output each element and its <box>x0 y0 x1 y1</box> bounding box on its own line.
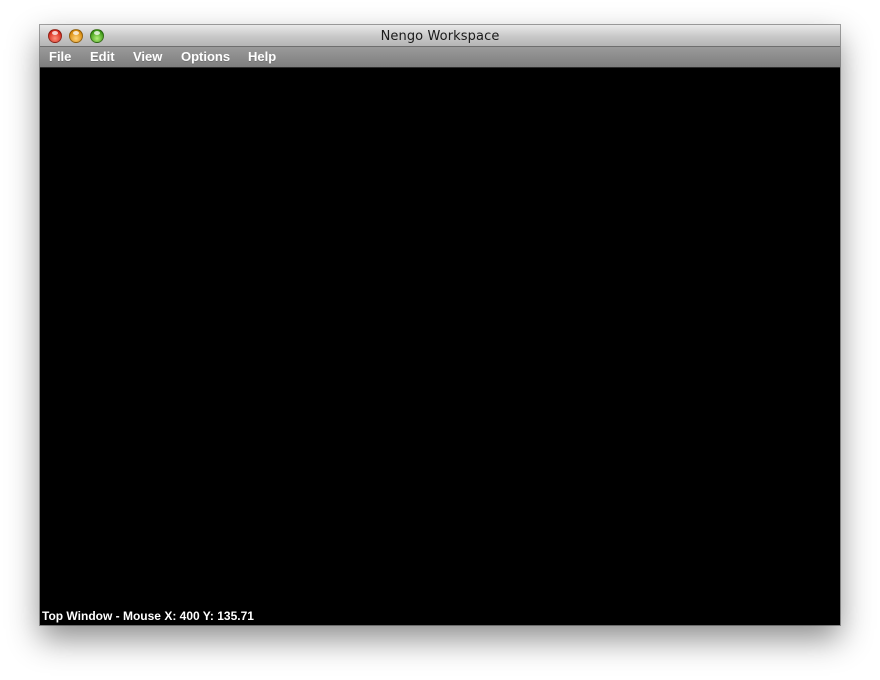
desktop: Nengo Workspace File Edit View Options H… <box>0 0 880 680</box>
menu-view[interactable]: View <box>133 49 162 64</box>
workspace-canvas[interactable]: Top Window - Mouse X: 400 Y: 135.71 <box>40 68 840 625</box>
menu-file[interactable]: File <box>49 49 71 64</box>
menu-bar: File Edit View Options Help <box>40 47 840 68</box>
nengo-workspace-window: Nengo Workspace File Edit View Options H… <box>40 25 840 625</box>
menu-options[interactable]: Options <box>181 49 230 64</box>
menu-edit[interactable]: Edit <box>90 49 115 64</box>
menu-help[interactable]: Help <box>248 49 276 64</box>
title-bar[interactable]: Nengo Workspace <box>40 25 840 47</box>
status-text: Top Window - Mouse X: 400 Y: 135.71 <box>42 609 254 623</box>
window-title: Nengo Workspace <box>380 29 500 44</box>
